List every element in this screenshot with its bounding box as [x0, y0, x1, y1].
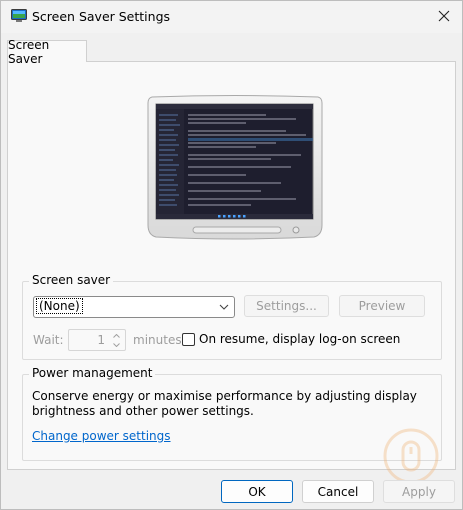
ok-button[interactable]: OK [221, 480, 293, 503]
apply-button[interactable]: Apply [383, 480, 455, 503]
power-description: Conserve energy or maximise performance … [32, 389, 417, 418]
minutes-label: minutes [133, 333, 182, 347]
settings-button[interactable]: Settings... [244, 295, 329, 317]
title-bar: Screen Saver Settings [1, 1, 462, 33]
stepper-arrows [108, 331, 124, 349]
wait-row: Wait: 1 minutes On resume, display log-o… [33, 329, 453, 351]
stepper-up-icon[interactable] [108, 331, 124, 340]
window-title: Screen Saver Settings [32, 9, 171, 24]
wait-minutes-value: 1 [97, 333, 105, 347]
chevron-down-icon [216, 299, 232, 315]
preview-button[interactable]: Preview [339, 295, 425, 317]
screen-saver-group: Screen saver (None) Settings... Preview … [22, 273, 442, 360]
cancel-button[interactable]: Cancel [302, 480, 374, 503]
power-management-group-label: Power management [29, 366, 156, 380]
wait-minutes-stepper[interactable]: 1 [68, 329, 126, 351]
screen-saver-selected-value: (None) [36, 298, 83, 314]
screen-saver-app-icon [11, 9, 27, 22]
monitor-preview [147, 95, 323, 240]
power-watermark-icon [383, 428, 439, 484]
close-icon [438, 10, 450, 22]
resume-logon-label[interactable]: On resume, display log-on screen [199, 332, 400, 346]
screen-saver-group-label: Screen saver [29, 273, 114, 287]
power-management-group: Power management Conserve energy or maxi… [22, 366, 442, 461]
stepper-down-icon[interactable] [108, 340, 124, 349]
tab-screen-saver[interactable]: Screen Saver [7, 38, 87, 66]
wait-label: Wait: [33, 333, 64, 347]
screen-saver-tab-panel: Screen saver (None) Settings... Preview … [7, 61, 456, 470]
change-power-settings-link[interactable]: Change power settings [32, 429, 171, 443]
screen-saver-settings-window: Screen Saver Settings Screen Saver Scree… [0, 0, 463, 510]
screen-saver-dropdown[interactable]: (None) [33, 296, 235, 318]
resume-logon-checkbox[interactable] [182, 333, 195, 346]
close-button[interactable] [430, 3, 458, 29]
